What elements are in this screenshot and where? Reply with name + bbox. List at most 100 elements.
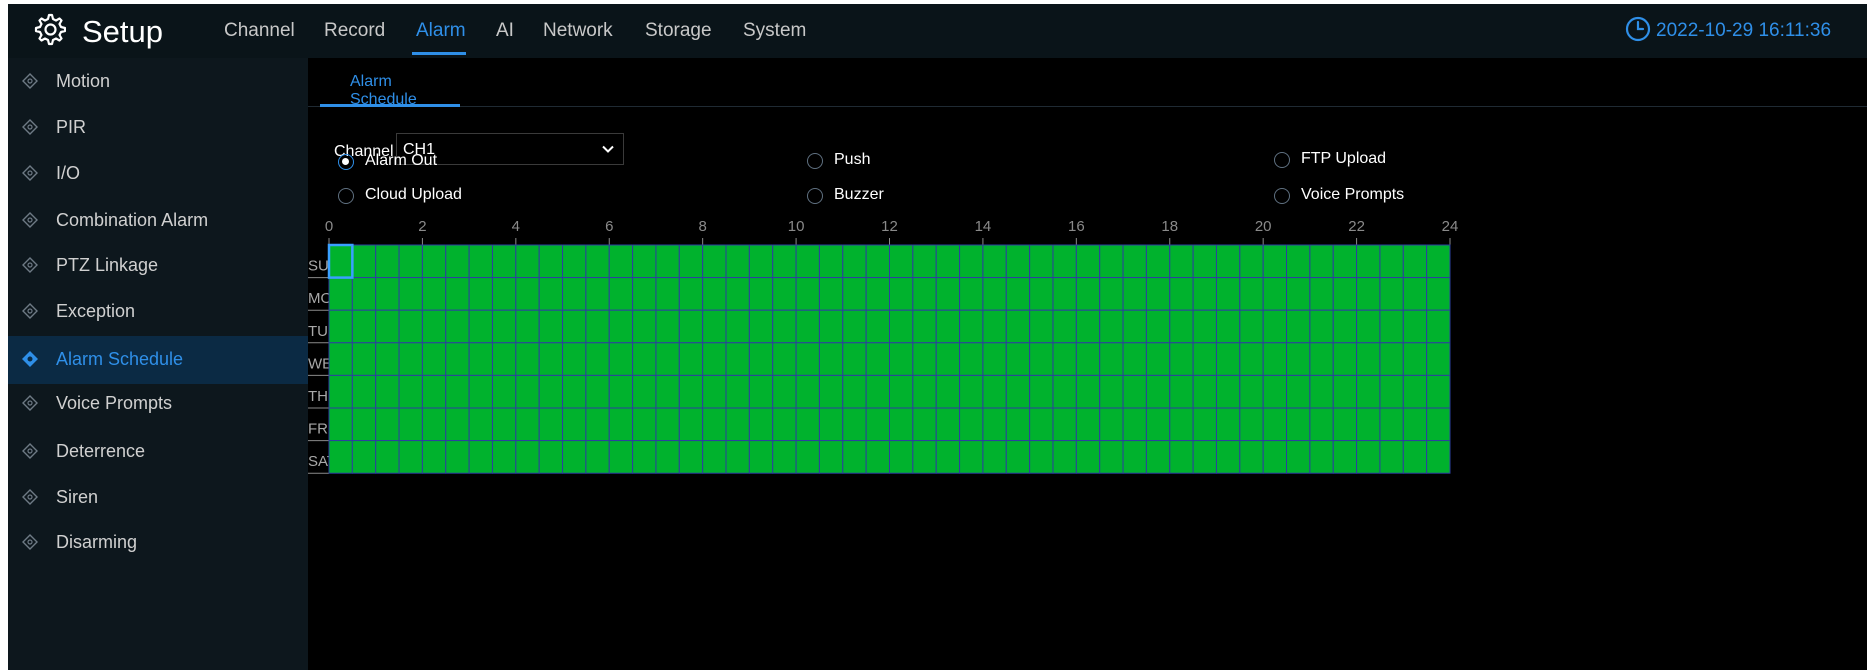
schedule-cell[interactable] [1286,309,1311,344]
schedule-cell[interactable] [398,440,423,474]
schedule-cell[interactable] [889,342,914,376]
schedule-cell[interactable] [1239,244,1264,279]
schedule-cell[interactable] [935,342,961,376]
schedule-cell[interactable] [1286,277,1311,311]
schedule-cell[interactable] [515,277,540,311]
schedule-cell[interactable] [1379,374,1404,409]
schedule-cell[interactable] [1332,342,1358,376]
schedule-cell[interactable] [889,244,914,279]
schedule-cell[interactable] [1099,374,1124,409]
schedule-cell[interactable] [655,277,680,311]
schedule-cell[interactable] [375,244,400,279]
schedule-cell[interactable] [585,309,610,344]
schedule-cell[interactable] [1426,309,1451,344]
schedule-cell[interactable] [468,277,493,311]
schedule-cell[interactable] [795,244,820,279]
schedule-cell[interactable] [421,440,447,474]
schedule-cell[interactable] [982,440,1007,474]
tab-network[interactable]: Network [543,20,613,42]
schedule-cell[interactable] [889,440,914,474]
schedule-cell[interactable] [421,309,447,344]
schedule-cell[interactable] [585,244,610,279]
schedule-cell[interactable] [1332,309,1358,344]
schedule-cell[interactable] [445,407,470,442]
schedule-cell[interactable] [702,440,727,474]
schedule-cell[interactable] [515,309,540,344]
schedule-cell[interactable] [468,440,493,474]
schedule-cell[interactable] [632,440,657,474]
schedule-cell[interactable] [1169,277,1194,311]
schedule-cell[interactable] [1426,440,1451,474]
schedule-cell[interactable] [445,374,470,409]
schedule-cell[interactable] [1332,407,1358,442]
tab-alarm[interactable]: Alarm [416,20,466,42]
schedule-cell[interactable] [702,244,727,279]
schedule-cell[interactable] [959,407,984,442]
schedule-cell[interactable] [1145,244,1171,279]
schedule-cell[interactable] [1402,309,1428,344]
schedule-cell[interactable] [818,244,844,279]
tab-ai[interactable]: AI [496,20,514,42]
schedule-cell[interactable] [1192,440,1217,474]
schedule-cell[interactable] [491,374,517,409]
schedule-cell[interactable] [1215,244,1241,279]
schedule-cell[interactable] [959,342,984,376]
schedule-cell[interactable] [1005,277,1031,311]
schedule-cell[interactable] [1309,342,1334,376]
schedule-cell[interactable] [1029,407,1054,442]
tab-system[interactable]: System [743,20,806,42]
schedule-cell[interactable] [935,440,961,474]
schedule-cell[interactable] [421,374,447,409]
schedule-cell[interactable] [1332,277,1358,311]
schedule-cell[interactable] [959,277,984,311]
schedule-cell[interactable] [912,407,937,442]
schedule-cell[interactable] [1122,342,1147,376]
schedule-cell[interactable] [982,374,1007,409]
schedule-cell[interactable] [1332,244,1358,279]
schedule-cell[interactable] [468,244,493,279]
schedule-cell[interactable] [398,309,423,344]
schedule-cell[interactable] [889,277,914,311]
schedule-cell[interactable] [748,407,774,442]
schedule-cell[interactable] [795,440,820,474]
schedule-cell[interactable] [538,407,564,442]
schedule-cell[interactable] [1029,374,1054,409]
schedule-cell[interactable] [538,342,564,376]
schedule-cell[interactable] [678,309,704,344]
schedule-cell[interactable] [1402,277,1428,311]
schedule-cell[interactable] [748,440,774,474]
schedule-cell[interactable] [1122,309,1147,344]
schedule-cell[interactable] [655,407,680,442]
schedule-cell[interactable] [1099,407,1124,442]
schedule-cell[interactable] [328,407,353,442]
schedule-cell[interactable] [818,309,844,344]
schedule-cell[interactable] [655,440,680,474]
schedule-cell[interactable] [1332,374,1358,409]
schedule-cell[interactable] [445,309,470,344]
schedule-cell[interactable] [935,277,961,311]
schedule-cell[interactable] [702,374,727,409]
schedule-cell[interactable] [959,440,984,474]
schedule-cell[interactable] [515,440,540,474]
schedule-cell[interactable] [1332,440,1358,474]
schedule-cell[interactable] [608,244,634,279]
schedule-cell[interactable] [795,407,820,442]
schedule-cell[interactable] [678,244,704,279]
schedule-cell[interactable] [1192,244,1217,279]
schedule-cell[interactable] [889,309,914,344]
sidebar-item-combination-alarm[interactable]: Combination Alarm [8,197,308,245]
schedule-cell[interactable] [1215,440,1241,474]
schedule-cell[interactable] [935,309,961,344]
schedule-cell[interactable] [562,277,587,311]
schedule-cell[interactable] [585,440,610,474]
schedule-cell[interactable] [585,374,610,409]
schedule-cell[interactable] [491,407,517,442]
schedule-cell[interactable] [1262,277,1288,311]
tab-channel[interactable]: Channel [224,20,295,42]
schedule-cell[interactable] [585,277,610,311]
schedule-cell[interactable] [912,342,937,376]
schedule-cell[interactable] [1309,440,1334,474]
schedule-cell[interactable] [562,309,587,344]
schedule-cell[interactable] [491,342,517,376]
schedule-cell[interactable] [632,277,657,311]
